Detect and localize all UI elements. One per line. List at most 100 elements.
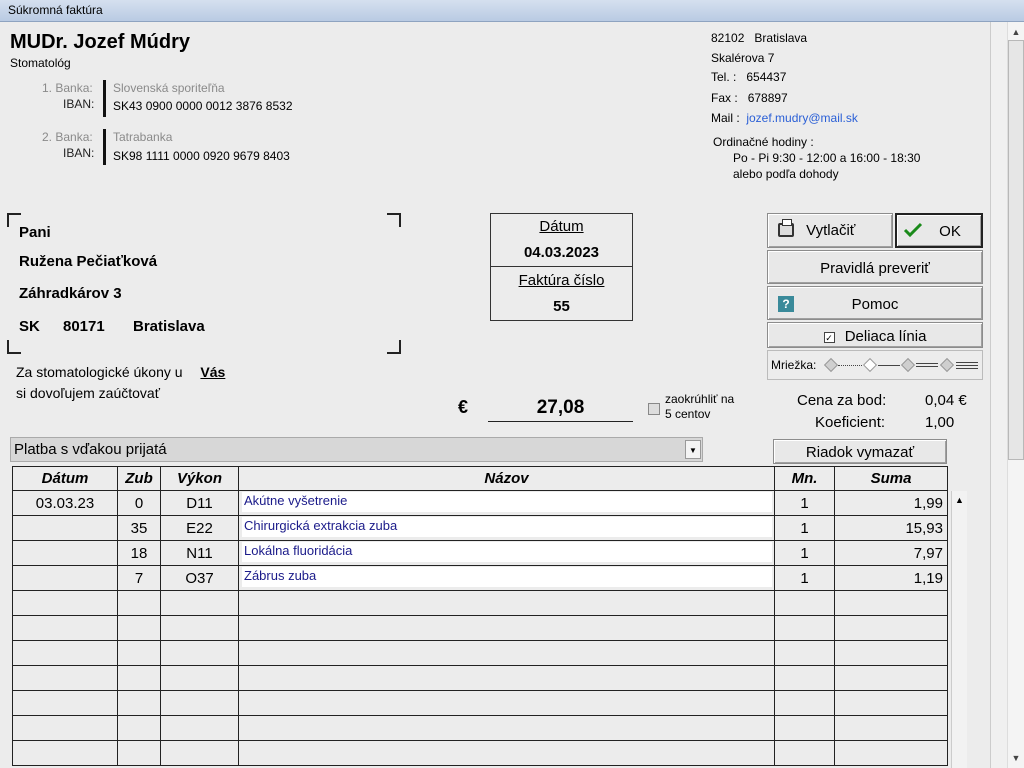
window-title: Súkromná faktúra xyxy=(8,3,103,17)
cell-sum[interactable]: 1,99 xyxy=(834,490,948,516)
print-label: Vytlačiť xyxy=(806,222,856,239)
coefficient-label: Koeficient: xyxy=(815,414,886,431)
divider-line-label: Deliaca línia xyxy=(844,328,927,345)
column-header-qty: Mn. xyxy=(774,466,835,491)
table-scroll-up-icon[interactable]: ▲ xyxy=(952,493,967,507)
window-scrollbar[interactable]: ▲ ▼ xyxy=(990,22,1024,768)
grid-double-sample xyxy=(916,363,938,367)
table-header-row: Dátum Zub Výkon Názov Mn. Suma xyxy=(12,466,948,491)
cell-name[interactable]: Lokálna fluoridácia xyxy=(238,540,775,566)
chevron-down-icon[interactable]: ▼ xyxy=(685,440,701,459)
cell-name-text: Chirurgická extrakcia zuba xyxy=(242,517,772,537)
contact-city: Bratislava xyxy=(754,31,808,45)
bank1-iban: SK43 0900 0000 0012 3876 8532 xyxy=(113,99,293,113)
coefficient-value: 1,00 xyxy=(925,414,955,431)
cell-code[interactable]: D11 xyxy=(160,490,239,516)
divider-checkbox-icon: ✓ xyxy=(823,332,835,343)
window-scroll-down-icon[interactable]: ▼ xyxy=(1008,750,1024,766)
empty-table-row[interactable] xyxy=(12,690,948,716)
mail-label: Mail : xyxy=(711,111,740,125)
divider-line-toggle[interactable]: ✓ Deliaca línia xyxy=(767,322,983,348)
cell-name-text: Lokálna fluoridácia xyxy=(242,542,772,562)
print-button[interactable]: Vytlačiť xyxy=(767,213,893,248)
cell-sum[interactable]: 1,19 xyxy=(834,565,948,591)
invoice-number-label: Faktúra číslo xyxy=(518,272,605,289)
column-header-tooth: Zub xyxy=(117,466,161,491)
contact-postcode-city: 82102 Bratislava xyxy=(711,31,807,45)
invoice-number[interactable]: 55 xyxy=(491,298,632,315)
recipient-city: Bratislava xyxy=(133,318,205,335)
intro-line2: si dovoľujem zaúčtovať xyxy=(16,385,160,401)
cell-code[interactable]: O37 xyxy=(160,565,239,591)
cell-qty[interactable]: 1 xyxy=(774,540,835,566)
fax-label: Fax : xyxy=(711,91,738,105)
payment-select[interactable]: Platba s vďakou prijatá ▼ xyxy=(10,437,703,462)
cell-sum[interactable]: 7,97 xyxy=(834,540,948,566)
table-row[interactable]: 03.03.23 0 D11 Akútne vyšetrenie 1 1,99 xyxy=(12,490,948,516)
cell-tooth[interactable]: 7 xyxy=(117,565,161,591)
empty-table-row[interactable] xyxy=(12,715,948,741)
grid-double-option[interactable] xyxy=(900,357,916,373)
delete-row-button[interactable]: Riadok vymazať xyxy=(773,439,947,464)
empty-table-row[interactable] xyxy=(12,665,948,691)
grid-solid-option[interactable] xyxy=(862,357,878,373)
cell-qty[interactable]: 1 xyxy=(774,515,835,541)
cell-code[interactable]: N11 xyxy=(160,540,239,566)
invoice-info-box: Dátum 04.03.2023 Faktúra číslo 55 xyxy=(490,213,633,321)
cell-tooth[interactable]: 0 xyxy=(117,490,161,516)
empty-table-row[interactable] xyxy=(12,740,948,766)
recipient-name: Ružena Pečiaťková xyxy=(19,253,158,270)
cell-name-text: Zábrus zuba xyxy=(242,567,772,587)
cell-date[interactable] xyxy=(12,565,118,591)
ok-button[interactable]: OK xyxy=(895,213,983,248)
table-scrollbar[interactable]: ▲ xyxy=(951,491,967,768)
cell-date[interactable] xyxy=(12,540,118,566)
invoice-box-divider xyxy=(491,266,632,267)
invoice-date[interactable]: 04.03.2023 xyxy=(491,244,632,261)
cell-tooth[interactable]: 18 xyxy=(117,540,161,566)
round-checkbox[interactable] xyxy=(648,400,660,415)
intro-emphasis: Vás xyxy=(200,364,226,380)
bank1-divider xyxy=(103,80,106,117)
grid-dotted-option[interactable] xyxy=(823,357,839,373)
cell-qty[interactable]: 1 xyxy=(774,490,835,516)
tel-value: 654437 xyxy=(746,70,787,84)
contact-tel-row: Tel. : 654437 xyxy=(711,70,786,84)
checkmark-icon xyxy=(903,222,923,238)
empty-table-row[interactable] xyxy=(12,640,948,666)
delete-row-label: Riadok vymazať xyxy=(805,444,915,461)
doctor-specialty: Stomatológ xyxy=(10,56,71,70)
window-scroll-up-icon[interactable]: ▲ xyxy=(1008,24,1024,40)
total-amount: 27,08 xyxy=(488,397,633,422)
invoice-date-label: Dátum xyxy=(539,218,584,235)
empty-table-row[interactable] xyxy=(12,590,948,616)
table-row[interactable]: 18 N11 Lokálna fluoridácia 1 7,97 xyxy=(12,540,948,566)
contact-mail-row: Mail : jozef.mudry@mail.sk xyxy=(711,111,858,125)
cell-date[interactable]: 03.03.23 xyxy=(12,490,118,516)
rules-check-button[interactable]: Pravidlá preveriť xyxy=(767,250,983,284)
hours-line1: Po - Pi 9:30 - 12:00 a 16:00 - 18:30 xyxy=(733,151,921,165)
cell-sum[interactable]: 15,93 xyxy=(834,515,948,541)
cell-name[interactable]: Zábrus zuba xyxy=(238,565,775,591)
window-scroll-thumb[interactable] xyxy=(1008,40,1024,460)
cell-code[interactable]: E22 xyxy=(160,515,239,541)
cell-name[interactable]: Chirurgická extrakcia zuba xyxy=(238,515,775,541)
bank2-divider xyxy=(103,129,106,165)
grid-triple-option[interactable] xyxy=(939,357,955,373)
round-label-line1: zaokrúhliť na xyxy=(665,392,735,406)
grid-option-label: Mriežka: xyxy=(771,358,817,372)
mail-link[interactable]: jozef.mudry@mail.sk xyxy=(746,111,858,125)
table-row[interactable]: 35 E22 Chirurgická extrakcia zuba 1 15,9… xyxy=(12,515,948,541)
cell-tooth[interactable]: 35 xyxy=(117,515,161,541)
empty-table-row[interactable] xyxy=(12,615,948,641)
recipient-postcode: 80171 xyxy=(63,318,105,335)
hours-title: Ordinačné hodiny : xyxy=(713,135,814,149)
help-button[interactable]: ? Pomoc xyxy=(767,286,983,320)
column-header-name: Názov xyxy=(238,466,775,491)
table-row[interactable]: 7 O37 Zábrus zuba 1 1,19 xyxy=(12,565,948,591)
rules-check-label: Pravidlá preveriť xyxy=(820,260,930,277)
help-label: Pomoc xyxy=(851,296,899,313)
cell-name[interactable]: Akútne vyšetrenie xyxy=(238,490,775,516)
cell-date[interactable] xyxy=(12,515,118,541)
cell-qty[interactable]: 1 xyxy=(774,565,835,591)
